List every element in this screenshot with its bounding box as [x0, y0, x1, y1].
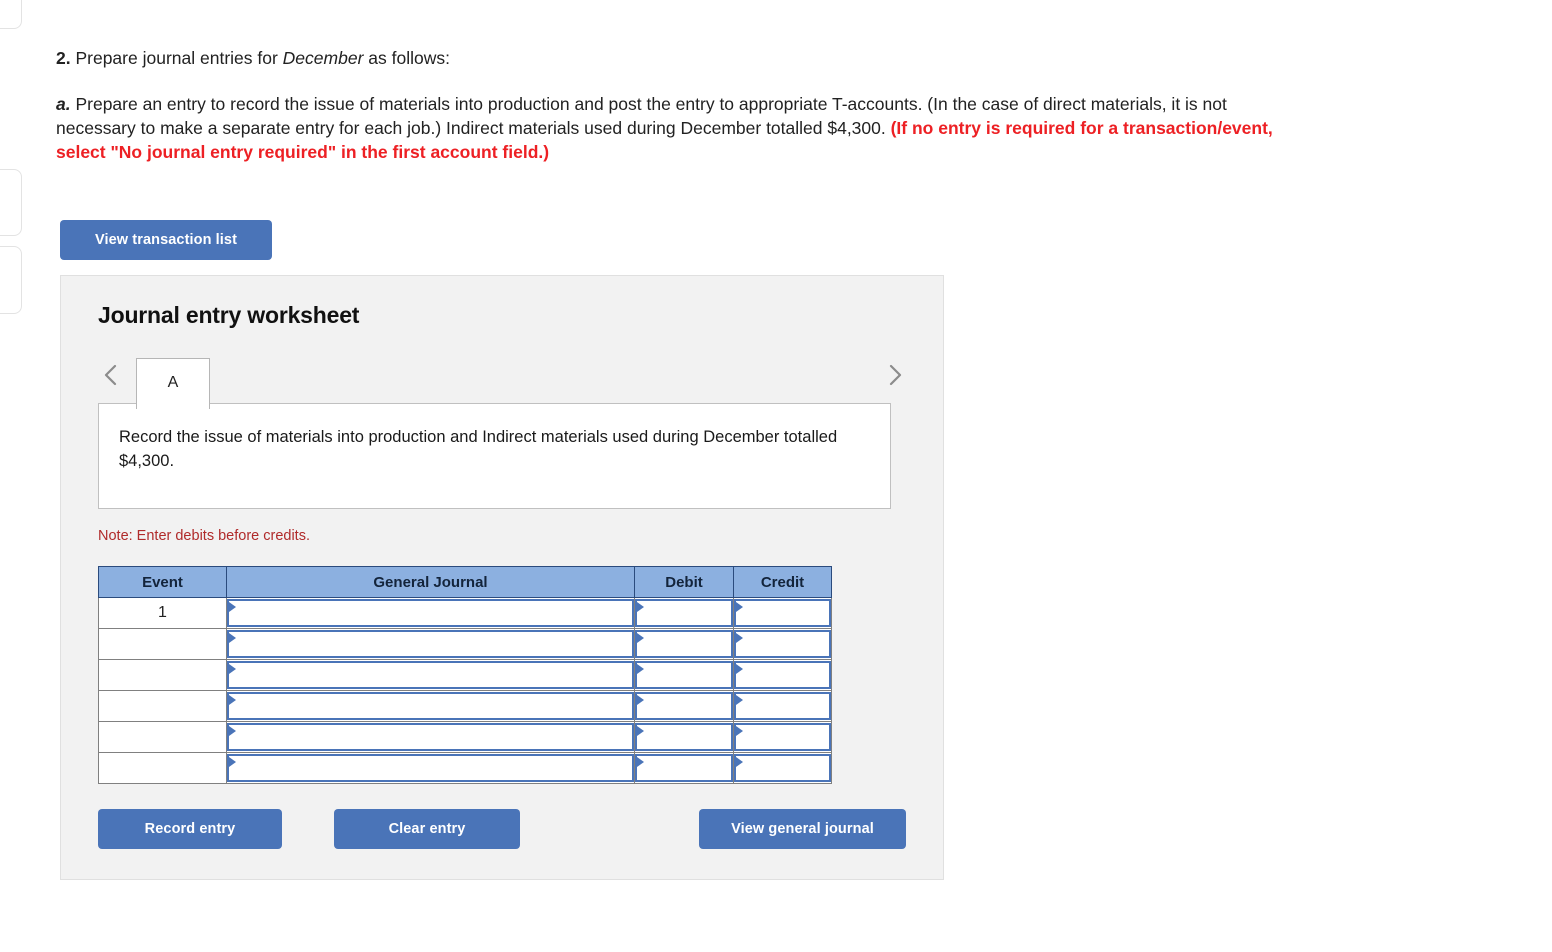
- event-cell: [98, 690, 227, 722]
- table-row: [98, 690, 832, 722]
- credit-input-cell: [733, 628, 832, 660]
- chevron-right-icon[interactable]: [882, 359, 908, 391]
- table-row: 1: [98, 597, 832, 629]
- credit-input-cell: [733, 752, 832, 784]
- record-entry-button[interactable]: Record entry: [98, 809, 282, 849]
- question-a-line: a. Prepare an entry to record the issue …: [56, 92, 1306, 164]
- event-cell: [98, 659, 227, 691]
- question-2-line: 2. Prepare journal entries for December …: [56, 46, 1306, 70]
- debit-input[interactable]: [635, 723, 733, 751]
- clipped-panel-top: [0, 0, 22, 29]
- view-general-journal-button[interactable]: View general journal: [699, 809, 906, 849]
- table-row: [98, 752, 832, 784]
- event-cell: 1: [98, 597, 227, 629]
- general-journal-input-cell: [226, 690, 635, 722]
- event-cell: [98, 752, 227, 784]
- chevron-left-icon[interactable]: [98, 359, 124, 391]
- clear-entry-button[interactable]: Clear entry: [334, 809, 520, 849]
- worksheet-tab-list: A: [136, 351, 210, 409]
- worksheet-action-bar: Record entry Clear entry View general jo…: [98, 809, 908, 851]
- journal-entry-worksheet-panel: Journal entry worksheet A Record the iss…: [60, 275, 944, 880]
- debit-input-cell: [634, 597, 734, 629]
- credit-input[interactable]: [734, 723, 831, 751]
- credit-input-cell: [733, 721, 832, 753]
- event-cell: [98, 721, 227, 753]
- credit-input-cell: [733, 690, 832, 722]
- credit-input-cell: [733, 597, 832, 629]
- column-header-event: Event: [98, 566, 227, 598]
- worksheet-tab-a[interactable]: A: [136, 358, 210, 409]
- debit-input-cell: [634, 659, 734, 691]
- general-journal-input[interactable]: [227, 661, 634, 689]
- clipped-panel-bottom: [0, 246, 22, 314]
- table-row: [98, 628, 832, 660]
- general-journal-input[interactable]: [227, 599, 634, 627]
- credit-input[interactable]: [734, 754, 831, 782]
- general-journal-input[interactable]: [227, 630, 634, 658]
- general-journal-input[interactable]: [227, 754, 634, 782]
- worksheet-title: Journal entry worksheet: [98, 302, 360, 328]
- debit-input[interactable]: [635, 692, 733, 720]
- question-text-block: 2. Prepare journal entries for December …: [56, 46, 1306, 164]
- question-alpha-label: a.: [56, 94, 71, 114]
- journal-entry-table-body: 1: [98, 597, 832, 784]
- debit-input[interactable]: [635, 754, 733, 782]
- debit-input[interactable]: [635, 599, 733, 627]
- debit-input-cell: [634, 690, 734, 722]
- general-journal-input-cell: [226, 752, 635, 784]
- question-emphasis-month: December: [282, 48, 364, 68]
- credit-input[interactable]: [734, 599, 831, 627]
- general-journal-input-cell: [226, 659, 635, 691]
- debit-input-cell: [634, 752, 734, 784]
- general-journal-input-cell: [226, 721, 635, 753]
- credit-input[interactable]: [734, 692, 831, 720]
- question-number-rest: Prepare journal entries for: [70, 48, 283, 68]
- column-header-credit: Credit: [733, 566, 832, 598]
- view-transaction-list-button[interactable]: View transaction list: [60, 220, 272, 260]
- table-row: [98, 659, 832, 691]
- general-journal-input-cell: [226, 628, 635, 660]
- clipped-panel-middle: [0, 169, 22, 236]
- table-header-row: Event General Journal Debit Credit: [98, 566, 832, 598]
- general-journal-input[interactable]: [227, 692, 634, 720]
- table-row: [98, 721, 832, 753]
- question-number-tail: as follows:: [363, 48, 450, 68]
- worksheet-tab-strip: A: [98, 351, 908, 409]
- question-number: 2.: [56, 48, 71, 68]
- journal-entry-table: Event General Journal Debit Credit 1: [98, 566, 832, 784]
- debit-input-cell: [634, 721, 734, 753]
- worksheet-note: Note: Enter debits before credits.: [98, 528, 310, 544]
- transaction-description-box: Record the issue of materials into produ…: [98, 403, 891, 509]
- general-journal-input[interactable]: [227, 723, 634, 751]
- column-header-general-journal: General Journal: [226, 566, 635, 598]
- debit-input[interactable]: [635, 661, 733, 689]
- debit-input-cell: [634, 628, 734, 660]
- column-header-debit: Debit: [634, 566, 734, 598]
- credit-input-cell: [733, 659, 832, 691]
- debit-input[interactable]: [635, 630, 733, 658]
- credit-input[interactable]: [734, 661, 831, 689]
- transaction-description-text: Record the issue of materials into produ…: [119, 428, 838, 470]
- event-cell: [98, 628, 227, 660]
- general-journal-input-cell: [226, 597, 635, 629]
- credit-input[interactable]: [734, 630, 831, 658]
